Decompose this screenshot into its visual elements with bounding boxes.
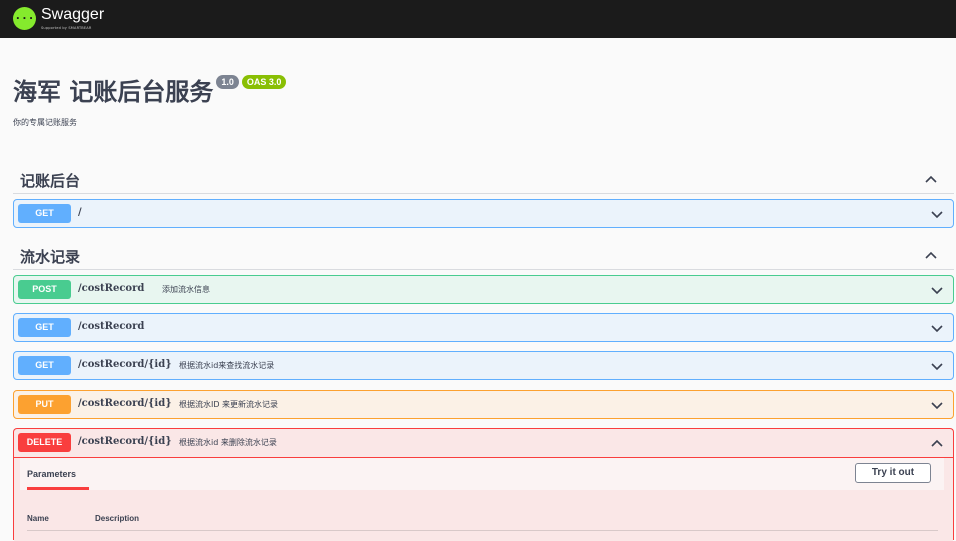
chevron-up-icon[interactable] [924,250,938,260]
operation-path: /costRecord [78,321,145,332]
chevron-down-icon[interactable] [930,323,944,333]
method-badge: GET [18,356,71,375]
tag-section-header[interactable]: 记账后台 [13,166,954,194]
operation-body: Parameters Try it out Name Description [14,458,953,541]
operation-summary: 根据流水ID 来更新流水记录 [179,400,279,409]
method-badge: GET [18,318,71,337]
divider [27,530,938,531]
chevron-up-icon[interactable] [924,174,938,184]
top-bar: {···} Swagger Supported by SMARTBEAR [0,0,956,38]
method-badge: POST [18,280,71,299]
version-badge: 1.0 [216,75,239,89]
operation-post-costrecord[interactable]: POST /costRecord 添加流水信息 [13,275,954,304]
info-title-row: 海军 记账后台服务 1.0 OAS 3.0 [13,72,287,107]
oas-badge: OAS 3.0 [241,75,287,89]
operation-get-costrecord-id[interactable]: GET /costRecord/{id} 根据流水id来查找流水记录 [13,351,954,380]
operation-summary: 根据流水id来查找流水记录 [179,361,275,370]
page-title: 海军 记账后台服务 [13,78,214,106]
page-description: 你的专属记账服务 [13,118,77,127]
chevron-down-icon[interactable] [930,361,944,371]
method-badge: GET [18,204,71,223]
operation-put-costrecord-id[interactable]: PUT /costRecord/{id} 根据流水ID 来更新流水记录 [13,390,954,419]
method-badge: DELETE [18,433,71,452]
operation-path: /costRecord [78,283,145,294]
try-it-out-button[interactable]: Try it out [855,463,931,483]
operation-path: / [78,207,82,218]
operation-path: /costRecord/{id} [78,398,172,409]
tag-name: 记账后台 [20,172,81,190]
chevron-up-icon[interactable] [930,438,944,448]
swagger-logo[interactable]: {···} Swagger Supported by SMARTBEAR [8,6,105,30]
column-header-description: Description [95,514,140,523]
tag-name: 流水记录 [20,248,81,266]
operation-path: /costRecord/{id} [78,359,172,370]
tab-parameters[interactable]: Parameters [27,469,76,479]
logo-word: Swagger [41,6,105,23]
operation-path: /costRecord/{id} [78,436,172,447]
logo-sub: Supported by SMARTBEAR [41,26,92,30]
tag-section-header[interactable]: 流水记录 [13,242,954,270]
operation-summary: 添加流水信息 [162,285,210,294]
operation-summary: 根据流水id 来删除流水记录 [179,438,277,447]
operation-header[interactable]: DELETE /costRecord/{id} 根据流水id 来删除流水记录 [14,429,953,458]
method-badge: PUT [18,395,71,414]
swagger-logo-icon: {···} [8,6,41,30]
column-header-name: Name [27,514,49,523]
chevron-down-icon[interactable] [930,400,944,410]
tab-active-underline [27,487,89,490]
operation-get-root[interactable]: GET / [13,199,954,228]
parameters-section-header: Parameters Try it out [20,458,944,490]
operation-delete-costrecord-id: DELETE /costRecord/{id} 根据流水id 来删除流水记录 P… [13,428,954,541]
chevron-down-icon[interactable] [930,285,944,295]
operation-get-costrecord[interactable]: GET /costRecord [13,313,954,342]
chevron-down-icon[interactable] [930,209,944,219]
